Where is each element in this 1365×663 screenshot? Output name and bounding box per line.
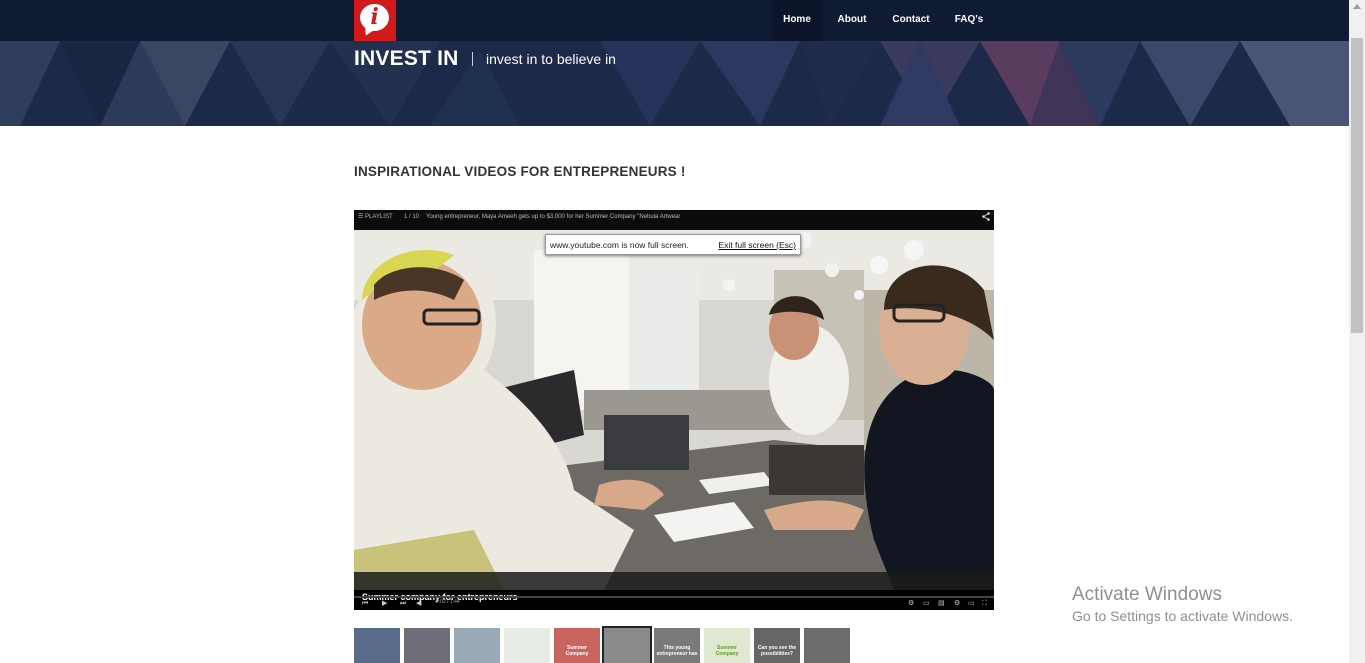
progress-bar[interactable] [354,596,994,598]
player-controls: ⏮ ▶ ⏭ ◀ 0:02 / 1:44 ⚙ ▭ ▤ ⚙ ▭ ⛶ [354,596,994,610]
page-title: INSPIRATIONAL VIDEOS FOR ENTREPRENEURS ! [354,164,686,179]
logo-letter: i [370,4,379,30]
thumbnail-label: Summer Company [565,645,589,657]
playlist-thumbnail[interactable]: Summer Company [554,628,600,663]
main-nav: Home About Contact FAQ's [772,0,998,41]
next-icon[interactable]: ⏭ [400,600,406,607]
playlist-thumbnail[interactable] [454,628,500,663]
top-navbar [0,0,1349,41]
nav-contact[interactable]: Contact [882,0,940,41]
subtitles-icon[interactable]: ▤ [938,600,945,607]
thumbnail-label: This young entrepreneur has [656,645,698,657]
watermark-title: Activate Windows [1072,584,1222,605]
brand-name: INVEST IN [354,47,459,70]
watermark-subtitle: Go to Settings to activate Windows. [1072,608,1293,624]
time-display: 0:02 / 1:44 [436,599,460,605]
scroll-up-icon[interactable] [1353,4,1361,9]
captions-icon[interactable]: ▭ [923,600,930,607]
thumbnail-label: Summer Company [715,645,739,657]
playlist-thumbnail[interactable] [602,626,652,663]
brand-tagline: invest in to believe in [486,51,616,67]
video-title[interactable]: Young entrepreneur, Maya Ameeh gets up t… [426,210,680,224]
player-top-strip: ☰ PLAYLIST 1 / 10 Young entrepreneur, Ma… [354,210,994,230]
playlist-thumbnail[interactable] [504,628,550,663]
youtube-player[interactable]: ☰ PLAYLIST 1 / 10 Young entrepreneur, Ma… [354,210,994,610]
activate-windows-watermark: Activate Windows Go to Settings to activ… [1072,584,1293,624]
brand-divider [472,52,473,66]
volume-icon[interactable]: ◀ [416,600,421,607]
share-icon[interactable] [982,212,990,221]
fullscreen-notice: www.youtube.com is now full screen. Exit… [545,234,801,255]
thumbnail-label: Can you see the possibilities? [757,645,797,657]
nav-about[interactable]: About [822,0,882,41]
nav-faqs[interactable]: FAQ's [940,0,998,41]
fullscreen-icon[interactable]: ⛶ [982,600,987,607]
play-icon[interactable]: ▶ [382,600,387,607]
settings-icon[interactable]: ⚙ [908,600,914,607]
gear-icon[interactable]: ⚙ [954,600,960,607]
theater-mode-icon[interactable]: ▭ [968,600,975,607]
playlist-thumbnail[interactable] [404,628,450,663]
exit-fullscreen-link[interactable]: Exit full screen (Esc) [719,240,796,250]
playlist-button[interactable]: ☰ PLAYLIST [358,210,393,224]
playlist-thumbnail[interactable]: Can you see the possibilities? [754,628,800,663]
playlist-thumbnail[interactable]: This young entrepreneur has [654,628,700,663]
nav-home[interactable]: Home [772,0,822,41]
playlist-thumbnail[interactable] [354,628,400,663]
playlist-count: 1 / 10 [404,214,420,220]
video-frame [354,230,994,590]
hero-banner [0,41,1349,126]
fullscreen-message: www.youtube.com is now full screen. [550,240,689,250]
scrollbar-thumb[interactable] [1351,38,1363,333]
previous-icon[interactable]: ⏮ [362,600,368,607]
playlist-thumbnail[interactable] [804,628,850,663]
playlist-thumbnails: Summer Company This young entrepreneur ha… [354,626,854,663]
playlist-thumbnail[interactable]: Summer Company [704,628,750,663]
triangle-pattern-background [0,41,1349,126]
site-logo[interactable]: i [354,0,396,41]
